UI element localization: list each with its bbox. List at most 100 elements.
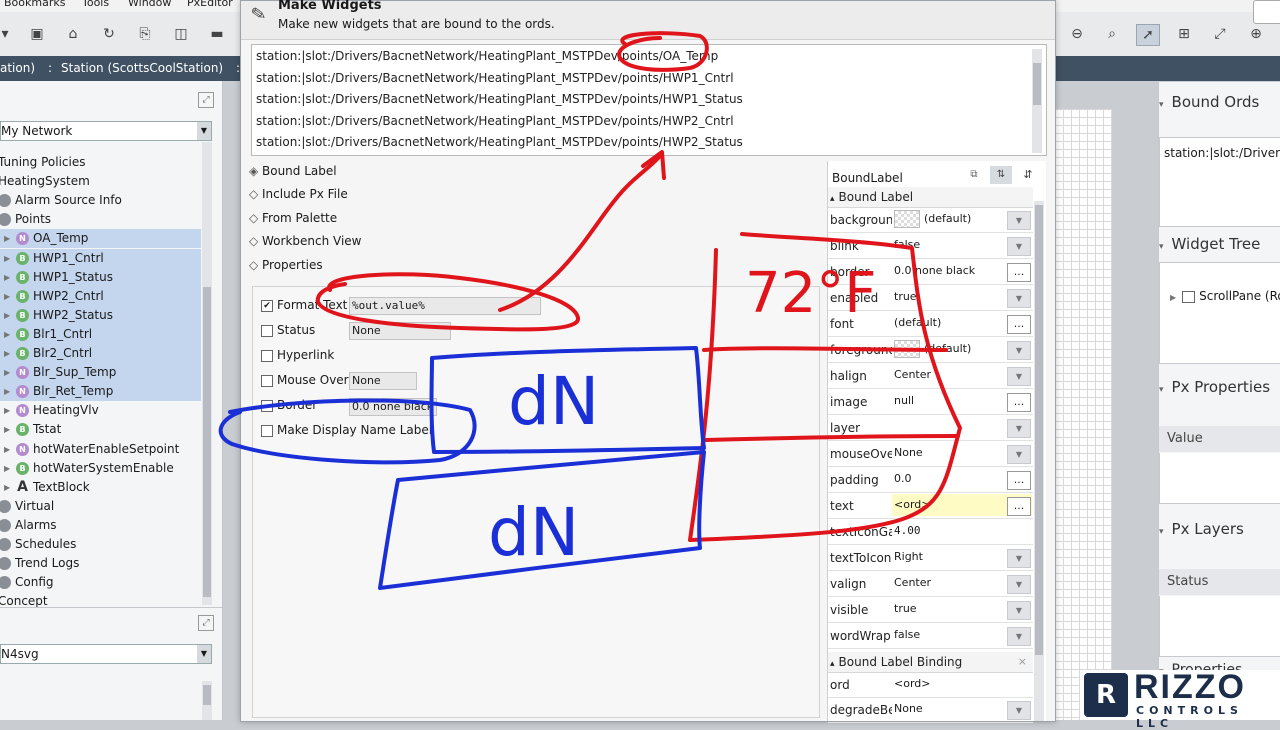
chevron-right-icon[interactable]: ▶ [4, 363, 10, 382]
nav-tree-item[interactable]: ▶ B Blr2_Cntrl [0, 344, 201, 363]
ord-item[interactable]: station:|slot:/Drivers/BacnetNetwork/Hea… [256, 135, 743, 149]
format-text-checkbox[interactable]: ✔ [261, 300, 273, 312]
chevron-down-icon[interactable]: ▼ [1007, 601, 1031, 620]
nav-tree-item[interactable]: ▶ B HWP1_Cntrl [0, 248, 201, 268]
radio-icon[interactable]: ◇ [249, 234, 260, 248]
nav-tree-item[interactable]: ▶ N OA_Temp [0, 229, 201, 249]
ellipsis-button[interactable]: ... [1007, 263, 1031, 282]
hyperlink-checkbox[interactable] [261, 350, 273, 362]
save-icon[interactable]: ▣ [26, 24, 48, 44]
chevron-down-icon[interactable]: ▼ [1007, 419, 1031, 438]
breadcrumb-station[interactable]: Station (ScottsCoolStation) [61, 61, 223, 75]
chevron-right-icon[interactable]: ▶ [4, 249, 10, 268]
format-text-input[interactable]: %out.value% [349, 297, 541, 315]
nav-tree-item[interactable]: ▶ NhotWaterEnableSetpoint [0, 440, 201, 459]
zoom-icon[interactable]: ⌕ [1101, 24, 1123, 44]
chevron-right-icon[interactable]: ▶ [4, 459, 10, 478]
nav-tree-item[interactable]: Config [0, 573, 201, 592]
palette-select[interactable]: N4svg ▼ [0, 644, 212, 664]
bound-ords-header[interactable]: ▾ Bound Ords [1159, 93, 1280, 111]
collapse-all-icon[interactable]: ⧉ [966, 167, 982, 183]
nav-tree-item[interactable]: Points [0, 210, 201, 229]
ord-item[interactable]: station:|slot:/Drivers/BacnetNetwork/Hea… [256, 49, 718, 63]
nav-tree-item[interactable]: ▶ N HeatingVlv [0, 401, 201, 420]
border-checkbox[interactable] [261, 400, 273, 412]
display-name-checkbox[interactable] [261, 425, 273, 437]
network-select[interactable]: My Network ▼ [0, 121, 212, 141]
ellipsis-button[interactable]: ... [1007, 471, 1031, 490]
widget-type-radio[interactable]: ◇ Include Px File [249, 187, 348, 205]
widget-type-radio[interactable]: ◇ Properties [249, 258, 323, 276]
chevron-right-icon[interactable]: ▶ [4, 268, 10, 287]
widget-type-radio[interactable]: ◈ Bound Label [249, 164, 337, 182]
bound-label-section[interactable]: ▴ Bound Label [828, 187, 1033, 208]
sidebar-toggle-icon[interactable]: ◫ [170, 24, 192, 44]
ellipsis-button[interactable]: ... [1007, 497, 1031, 516]
palette-scrollbar[interactable] [202, 681, 212, 720]
scrollbar-thumb[interactable] [1033, 63, 1041, 105]
px-properties-header[interactable]: ▾ Px Properties [1159, 378, 1280, 396]
ord-item[interactable]: station:|slot:/Drivers/BacnetNetwork/Hea… [256, 92, 743, 106]
nav-tree-item[interactable]: ▶ N Blr_Ret_Temp [0, 382, 201, 402]
breadcrumb-parent[interactable]: ation) [0, 61, 35, 75]
sort-az-icon[interactable]: ⇅ [990, 166, 1012, 184]
nav-tree-item[interactable]: ▶ B Blr1_Cntrl [0, 324, 201, 344]
search-box[interactable] [1253, 0, 1280, 24]
bound-label-binding-section[interactable]: ▴ Bound Label Binding × [828, 652, 1033, 673]
px-canvas-grid[interactable] [1055, 109, 1112, 720]
status-select[interactable]: None [349, 322, 451, 340]
nav-tree-item[interactable]: ▶ B HWP1_Status [0, 267, 201, 287]
nav-tree-item[interactable]: Tuning Policies [0, 153, 201, 172]
copy-icon[interactable]: ⎘ [134, 24, 156, 44]
scrollbar-thumb[interactable] [203, 685, 211, 705]
expand-pane-icon[interactable]: ⤢ [198, 92, 214, 108]
nav-tree-item[interactable]: ▶ BhotWaterSystemEnable [0, 459, 201, 478]
chevron-down-icon[interactable]: ▼ [1007, 627, 1031, 646]
widget-type-radio[interactable]: ◇ Workbench View [249, 234, 362, 252]
chevron-down-icon[interactable]: ▼ [1007, 367, 1031, 386]
chevron-right-icon[interactable]: ▶ [4, 440, 10, 459]
mouse-over-checkbox[interactable] [261, 375, 273, 387]
ellipsis-button[interactable]: ... [1007, 315, 1031, 334]
radio-icon[interactable]: ◇ [249, 258, 260, 272]
widget-tree-header[interactable]: ▾ Widget Tree [1159, 235, 1280, 253]
px-layers-header[interactable]: ▾ Px Layers [1159, 520, 1280, 538]
bound-ord-item[interactable]: station:|slot:/Drivers/ [1164, 146, 1280, 160]
radio-icon[interactable]: ◈ [249, 164, 260, 178]
chevron-right-icon[interactable]: ▶ [4, 306, 10, 325]
chevron-right-icon[interactable]: ▶ [4, 420, 10, 439]
chevron-down-icon[interactable]: ▼ [1007, 701, 1031, 720]
menu-bookmarks[interactable]: Bookmarks [4, 0, 65, 9]
chevron-down-icon[interactable]: ▼ [1007, 289, 1031, 308]
radio-icon[interactable]: ◇ [249, 211, 260, 225]
sort-icon[interactable]: ⇵ [1020, 166, 1036, 184]
ord-item[interactable]: station:|slot:/Drivers/BacnetNetwork/Hea… [256, 114, 734, 128]
ord-item[interactable]: station:|slot:/Drivers/BacnetNetwork/Hea… [256, 71, 734, 85]
chevron-right-icon[interactable]: ▶ [4, 401, 10, 420]
widget-type-radio[interactable]: ◇ From Palette [249, 211, 337, 229]
chevron-right-icon[interactable]: ▶ [4, 287, 10, 306]
folder-icon[interactable]: ▬ [206, 24, 228, 44]
nav-tree-item[interactable]: Concept [0, 592, 201, 611]
close-icon[interactable]: × [1018, 652, 1027, 672]
chevron-down-icon[interactable]: ▼ [1007, 445, 1031, 464]
border-field[interactable]: 0.0 none black [349, 398, 437, 416]
chevron-right-icon[interactable]: ▶ [4, 382, 10, 401]
chevron-down-icon[interactable]: ▼ [1007, 211, 1031, 230]
chevron-down-icon[interactable]: ▼ [1007, 341, 1031, 360]
chevron-down-icon[interactable]: ▼ [1007, 575, 1031, 594]
nav-tree-item[interactable]: Alarms [0, 516, 201, 535]
status-checkbox[interactable] [261, 325, 273, 337]
ord-list-scrollbar[interactable] [1032, 49, 1042, 153]
expand-pane-icon[interactable]: ⤢ [198, 615, 214, 631]
nav-tree-item[interactable]: ▶ B Tstat [0, 420, 201, 439]
menu-window[interactable]: Window [128, 0, 171, 9]
nav-tree-item[interactable]: ▶ A TextBlock [0, 478, 201, 497]
nav-tree-item[interactable]: Alarm Source Info [0, 191, 201, 210]
nav-tree-item[interactable]: ▶ B HWP2_Status [0, 305, 201, 325]
add-icon[interactable]: ⊕ [1245, 24, 1267, 44]
refresh-icon[interactable]: ↻ [98, 24, 120, 44]
dropdown-arrow-icon[interactable]: ▾ [0, 24, 16, 44]
nav-tree-item[interactable]: ▶ B HWP2_Cntrl [0, 286, 201, 306]
ellipsis-button[interactable]: ... [1007, 393, 1031, 412]
